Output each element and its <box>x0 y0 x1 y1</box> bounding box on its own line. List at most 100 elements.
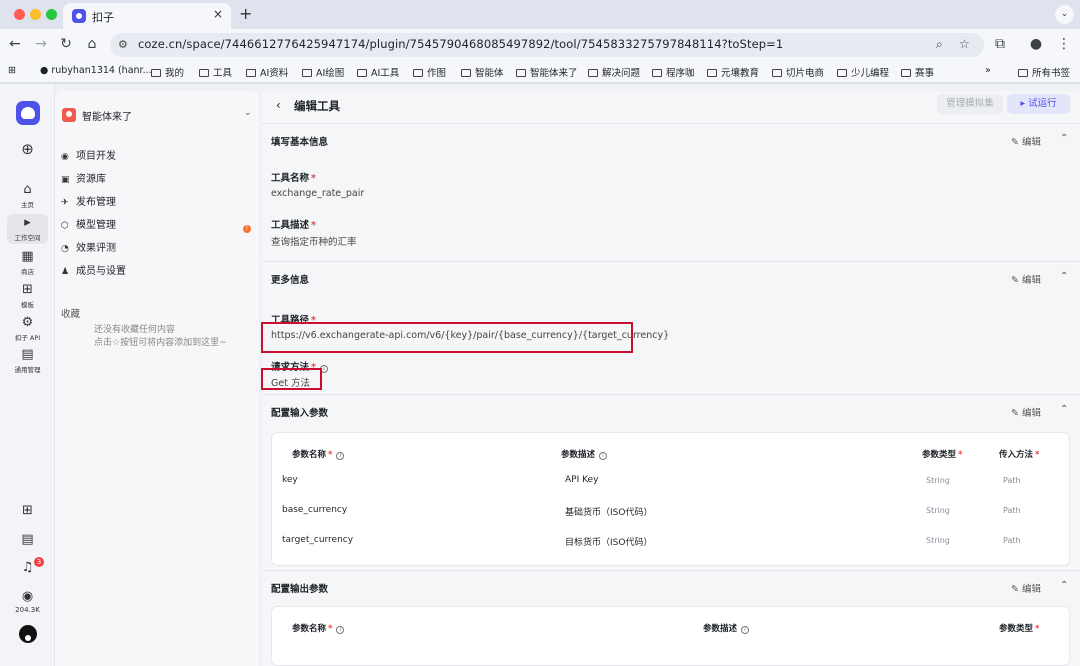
address-bar[interactable]: ⚙ coze.cn/space/7446612776425947174/plug… <box>110 33 984 57</box>
sidebar-item-models[interactable]: ⬡ 模型管理 <box>61 216 116 231</box>
docs-button[interactable]: ▤ <box>0 533 55 547</box>
param-description: 目标货币（ISO代码） <box>565 538 653 548</box>
notifications-badge: 3 <box>34 557 44 567</box>
page-title: 编辑工具 <box>294 99 340 113</box>
manage-mock-set-button[interactable]: 管理模拟集 <box>937 94 1003 114</box>
new-tab-button[interactable]: + <box>239 4 252 23</box>
notifications-button[interactable]: ♫ <box>0 561 55 575</box>
bookmark-folder[interactable]: 我的 <box>151 65 184 79</box>
chevron-down-icon[interactable]: ⌄ <box>244 108 252 118</box>
rail-item-store[interactable]: ▦ 商店 <box>0 250 55 277</box>
collapse-icon[interactable]: ⌃ <box>1060 404 1068 415</box>
window-close-button[interactable] <box>14 9 25 20</box>
bookmark-folder[interactable]: AI绘图 <box>302 65 344 79</box>
bookmark-folder[interactable]: 赛事 <box>901 65 934 79</box>
reload-icon[interactable]: ↻ <box>57 36 75 52</box>
rail-item-templates[interactable]: ⊞ 模板 <box>0 282 55 310</box>
stars-count: 204.3K <box>15 606 40 614</box>
url-text[interactable]: coze.cn/space/7446612776425947174/plugin… <box>138 37 783 51</box>
param-description: 基础货币（ISO代码） <box>565 508 653 518</box>
rail-item-home[interactable]: ⌂ 主页 <box>0 182 55 210</box>
collapse-icon[interactable]: ⌃ <box>1060 580 1068 591</box>
tab-close-icon[interactable]: × <box>213 7 223 21</box>
template-icon: ⊞ <box>22 282 33 297</box>
sidebar-item-publish[interactable]: ✈ 发布管理 <box>61 193 116 208</box>
folder-icon <box>516 69 526 77</box>
tool-name-label: 工具名称 * <box>271 173 316 184</box>
zoom-icon[interactable]: ⌕ <box>936 37 943 52</box>
users-icon: ♟ <box>61 267 70 277</box>
output-params-table: 参数名称 * i 参数描述 i 参数类型 * <box>271 606 1070 666</box>
sidebar-item-evaluation[interactable]: ◔ 效果评测 <box>61 239 116 254</box>
bookmark-folder[interactable]: 元壤教育 <box>707 65 759 79</box>
browser-tab[interactable]: 扣子 × <box>63 3 231 29</box>
sidebar-item-members[interactable]: ♟ 成员与设置 <box>61 262 126 277</box>
back-chevron-icon[interactable]: ‹ <box>276 98 281 112</box>
request-method-value: Get 方法 <box>271 378 310 389</box>
all-bookmarks-folder[interactable]: 所有书签 <box>1018 65 1070 79</box>
editor-header: ‹ 编辑工具 管理模拟集 ▸ 试运行 <box>262 91 1080 123</box>
github-stars-button[interactable]: ◉ 204.3K <box>0 590 55 615</box>
bookmark-folder[interactable]: 解决问题 <box>588 65 640 79</box>
folder-icon <box>151 69 161 77</box>
browser-menu-icon[interactable]: ⋮ <box>1055 36 1073 52</box>
back-arrow-icon[interactable]: ← <box>6 36 24 52</box>
rail-item-api[interactable]: ⚙ 扣子 API <box>0 316 55 343</box>
column-header-description: 参数描述 i <box>703 622 750 634</box>
edit-button[interactable]: ✎ 编辑 <box>1011 272 1041 286</box>
site-info-icon[interactable]: ⚙ <box>118 38 128 51</box>
sidebar-item-project-dev[interactable]: ◉ 项目开发 <box>61 147 116 162</box>
section-title: 配置输入参数 <box>271 408 329 419</box>
bookmark-folder[interactable]: 智能体来了 <box>516 65 578 79</box>
bookmarks-overflow-button[interactable]: » <box>985 65 991 76</box>
cube-icon: ⬡ <box>61 221 69 231</box>
rail-item-general-management[interactable]: ▤ 通用管理 <box>0 348 55 375</box>
workspace-icon <box>62 108 76 122</box>
window-zoom-button[interactable] <box>46 9 57 20</box>
test-run-button[interactable]: ▸ 试运行 <box>1007 94 1070 114</box>
terminal-icon: ▸ <box>24 215 31 230</box>
param-type: String <box>926 476 950 485</box>
window-minimize-button[interactable] <box>30 9 41 20</box>
bookmark-folder[interactable]: 程序咖 <box>652 65 695 79</box>
bookmark-folder[interactable]: 少儿编程 <box>837 65 889 79</box>
tab-search-chevron-icon[interactable]: ⌄ <box>1055 5 1074 24</box>
bookmark-folder[interactable]: 智能体 <box>461 65 504 79</box>
workspace-name[interactable]: 智能体来了 <box>82 108 132 123</box>
create-button[interactable]: ⊕ <box>0 142 55 157</box>
param-method: Path <box>1003 476 1021 485</box>
global-nav-rail: ⊕ ⌂ 主页 ▸ 工作空间 ▦ 商店 ⊞ 模板 ⚙ 扣子 API ▤ 通用管理 … <box>0 84 55 666</box>
home-icon: ⌂ <box>23 182 32 197</box>
bookmark-folder[interactable]: 切片电商 <box>772 65 824 79</box>
bookmark-folder[interactable]: 作图 <box>413 65 446 79</box>
forward-arrow-icon[interactable]: → <box>32 36 50 52</box>
extensions-icon[interactable]: ⧉ <box>991 36 1009 52</box>
profile-avatar[interactable]: ● <box>1027 36 1045 52</box>
edit-button[interactable]: ✎ 编辑 <box>1011 405 1041 419</box>
bookmark-folder[interactable]: AI资料 <box>246 65 288 79</box>
bookmark-folder[interactable]: AI工具 <box>357 65 399 79</box>
workspace-sidebar: 智能体来了 ⌄ ◉ 项目开发 ▣ 资源库 ✈ 发布管理 ⬡ 模型管理 ! ◔ 效果评测 ♟… <box>55 91 259 666</box>
bookmark-star-icon[interactable]: ☆ <box>959 37 970 51</box>
apps-grid-icon[interactable]: ⊞ <box>8 65 16 76</box>
github-icon: ● <box>40 65 49 76</box>
apps-button[interactable]: ⊞ <box>0 504 55 518</box>
bookmark-folder[interactable]: 工具 <box>199 65 232 79</box>
collapse-icon[interactable]: ⌃ <box>1060 133 1068 144</box>
edit-button[interactable]: ✎ 编辑 <box>1011 134 1041 148</box>
edit-button[interactable]: ✎ 编辑 <box>1011 581 1041 595</box>
collapse-icon[interactable]: ⌃ <box>1060 271 1068 282</box>
edit-icon: ✎ <box>1011 275 1019 286</box>
folder-icon <box>302 69 312 77</box>
param-name: target_currency <box>282 535 354 545</box>
folder-icon <box>199 69 209 77</box>
param-type: String <box>926 506 950 515</box>
bookmark-github[interactable]: ● rubyhan1314 (hanr... <box>40 65 152 76</box>
user-avatar[interactable] <box>19 625 37 643</box>
sidebar-item-library[interactable]: ▣ 资源库 <box>61 170 106 185</box>
tool-name-value: exchange_rate_pair <box>271 188 365 199</box>
home-icon[interactable]: ⌂ <box>83 36 101 52</box>
coze-app: ⊕ ⌂ 主页 ▸ 工作空间 ▦ 商店 ⊞ 模板 ⚙ 扣子 API ▤ 通用管理 … <box>0 84 1080 666</box>
coze-logo-icon[interactable] <box>16 101 40 125</box>
rail-item-workspace[interactable]: ▸ 工作空间 <box>0 215 55 243</box>
